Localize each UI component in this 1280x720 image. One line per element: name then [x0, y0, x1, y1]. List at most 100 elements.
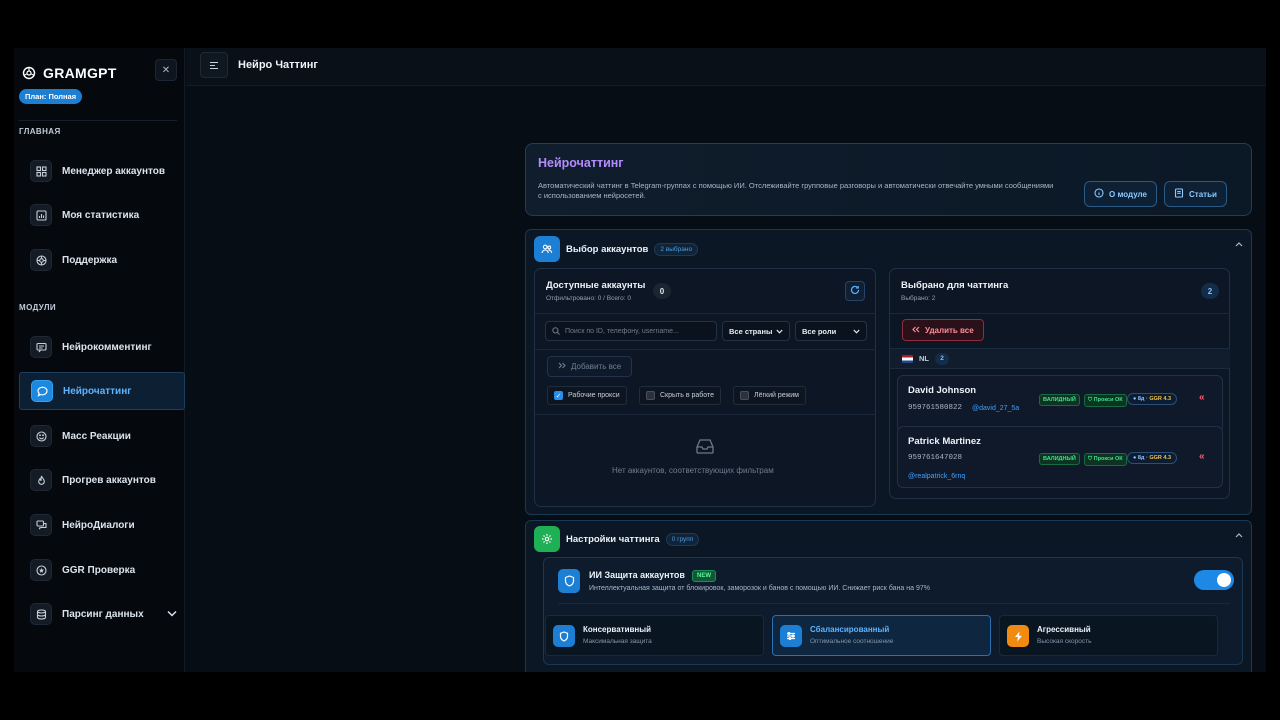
- flame-icon: [30, 469, 52, 491]
- checkbox-icon: [740, 391, 749, 400]
- refresh-icon: [850, 282, 860, 300]
- sidebar-item-neurodialogs[interactable]: НейроДиалоги: [19, 506, 185, 544]
- account-search-field[interactable]: [545, 321, 717, 341]
- account-phone: 959761647028: [908, 454, 963, 462]
- age-icon: ●: [1133, 455, 1137, 461]
- sliders-icon: [780, 625, 802, 647]
- about-module-label: О модуле: [1109, 189, 1147, 199]
- new-badge: NEW: [692, 570, 716, 582]
- shield-check-icon: ⛉: [1088, 397, 1093, 403]
- groups-count-badge: 0 групп: [665, 532, 700, 546]
- remove-account-icon[interactable]: «: [1199, 392, 1205, 403]
- country-group-nl[interactable]: NL 2: [890, 348, 1230, 369]
- filter-label: Лёгкий режим: [754, 392, 799, 399]
- sidebar-item-label: Нейрочаттинг: [63, 385, 132, 397]
- ai-protection-title: ИИ Защита аккаунтов: [589, 570, 685, 580]
- chevron-up-icon[interactable]: [1235, 240, 1243, 249]
- menu-toggle-button[interactable]: [200, 52, 228, 78]
- chevron-down-icon: [776, 327, 783, 336]
- selected-count-badge: 2 выбрано: [654, 242, 699, 256]
- topbar: Нейро Чаттинг: [186, 48, 1266, 86]
- account-phone: 959761580822: [908, 404, 963, 412]
- mode-subtitle: Высокая скорость: [1037, 638, 1092, 645]
- mode-aggressive[interactable]: Агрессивный Высокая скорость: [999, 615, 1218, 656]
- close-icon: ✕: [161, 64, 171, 76]
- sidebar-item-label: Поддержка: [62, 254, 118, 266]
- section-label-main: ГЛАВНАЯ: [19, 127, 61, 136]
- sidebar-item-label: Прогрев аккаунтов: [62, 474, 156, 486]
- add-all-label: Добавить все: [571, 362, 622, 371]
- selected-account-card[interactable]: Patrick Martinez 959761647028 @realpatri…: [897, 426, 1223, 488]
- chevron-down-icon[interactable]: [167, 609, 177, 620]
- sidebar-item-mass-reactions[interactable]: Масс Реакции: [19, 417, 185, 455]
- mode-conservative[interactable]: Консервативный Максимальная защита: [545, 615, 764, 656]
- role-select[interactable]: Все роли: [795, 321, 867, 341]
- sidebar-item-statistics[interactable]: Моя статистика: [19, 196, 185, 234]
- star-icon: [30, 559, 52, 581]
- add-all-button[interactable]: Добавить все: [547, 356, 633, 377]
- toggle-knob: [1217, 573, 1231, 587]
- sidebar-item-account-manager[interactable]: Менеджер аккаунтов: [19, 152, 185, 190]
- openai-logo-icon: [22, 66, 36, 80]
- bolt-icon: [1007, 625, 1029, 647]
- account-name: Patrick Martinez: [908, 436, 981, 447]
- selected-account-card[interactable]: David Johnson 959761580822 @david_27_5a …: [897, 375, 1223, 433]
- articles-label: Статьи: [1189, 189, 1217, 199]
- remove-account-icon[interactable]: «: [1199, 451, 1205, 462]
- filter-label: Рабочие прокси: [568, 392, 620, 399]
- mode-subtitle: Максимальная защита: [583, 638, 652, 645]
- ggr-badge: ● 8д · GGR 4.3: [1127, 452, 1178, 464]
- brand[interactable]: GRAMGPT: [22, 65, 117, 81]
- filter-label: Скрыть в работе: [660, 392, 715, 399]
- sidebar-item-ggr-check[interactable]: GGR Проверка: [19, 551, 185, 589]
- mode-balanced[interactable]: Сбалансированный Оптимальное соотношение: [772, 615, 991, 656]
- account-username[interactable]: @david_27_5a: [972, 405, 1019, 412]
- module-header-card: Нейрочаттинг Автоматический чаттинг в Te…: [525, 143, 1252, 216]
- refresh-button[interactable]: [845, 281, 865, 301]
- ai-protection-description: Интеллектуальная защита от блокировок, з…: [589, 585, 930, 592]
- smile-icon: [30, 425, 52, 447]
- sidebar-item-support[interactable]: Поддержка: [19, 241, 185, 279]
- settings-section-title: Настройки чаттинга: [566, 533, 660, 545]
- account-username[interactable]: @realpatrick_6rnq: [908, 473, 965, 480]
- accounts-section-header[interactable]: Выбор аккаунтов 2 выбрано: [534, 236, 699, 262]
- selected-accounts-panel: Выбрано для чаттинга Выбрано: 2 2 Удалит…: [889, 268, 1230, 499]
- about-module-button[interactable]: О модуле: [1084, 181, 1157, 207]
- shield-icon: [553, 625, 575, 647]
- articles-button[interactable]: Статьи: [1164, 181, 1227, 207]
- filter-working-proxies[interactable]: ✓ Рабочие прокси: [547, 386, 627, 405]
- menu-icon: [210, 61, 218, 63]
- chevron-down-icon: [853, 327, 860, 336]
- available-accounts-title: Доступные аккаунты: [546, 280, 646, 291]
- country-code: NL: [919, 354, 929, 363]
- sidebar-item-neurochatting[interactable]: Нейрочаттинг: [19, 372, 185, 410]
- accounts-section-title: Выбор аккаунтов: [566, 243, 649, 255]
- module-title: Нейрочаттинг: [538, 156, 624, 170]
- sidebar-item-label: Моя статистика: [62, 209, 140, 221]
- country-select[interactable]: Все страны: [722, 321, 790, 341]
- account-search-input[interactable]: [565, 327, 705, 335]
- sidebar-item-label: GGR Проверка: [62, 564, 136, 576]
- selected-count: 2: [1201, 283, 1219, 299]
- chevron-up-icon[interactable]: [1235, 531, 1243, 540]
- shield-icon: [558, 569, 580, 593]
- available-accounts-subtitle: Отфильтровано: 0 / Всего: 0: [546, 295, 632, 302]
- double-chevron-left-icon: [912, 326, 920, 335]
- close-sidebar-button[interactable]: ✕: [155, 59, 177, 81]
- chat-bubble-icon: [31, 380, 53, 402]
- country-select-value: Все страны: [729, 326, 773, 336]
- sidebar-item-neurocommenting[interactable]: Нейрокомментинг: [19, 328, 185, 366]
- proxy-status-badge: ⛉ Прокси ОК: [1084, 453, 1127, 466]
- sidebar-item-data-parsing[interactable]: Парсинг данных: [19, 595, 185, 633]
- ai-protection-card: ИИ Защита аккаунтов NEW Интеллектуальная…: [543, 557, 1243, 665]
- settings-section-header[interactable]: Настройки чаттинга 0 групп: [534, 526, 700, 552]
- filter-hide-in-work[interactable]: Скрыть в работе: [639, 386, 722, 405]
- search-icon: [552, 322, 560, 340]
- filter-light-mode[interactable]: Лёгкий режим: [733, 386, 806, 405]
- plan-badge: План: Полная: [19, 89, 83, 104]
- chart-icon: [30, 204, 52, 226]
- sidebar-item-warmup[interactable]: Прогрев аккаунтов: [19, 461, 185, 499]
- checkbox-icon: [646, 391, 655, 400]
- ai-protection-toggle[interactable]: [1194, 570, 1234, 590]
- remove-all-button[interactable]: Удалить все: [902, 319, 984, 341]
